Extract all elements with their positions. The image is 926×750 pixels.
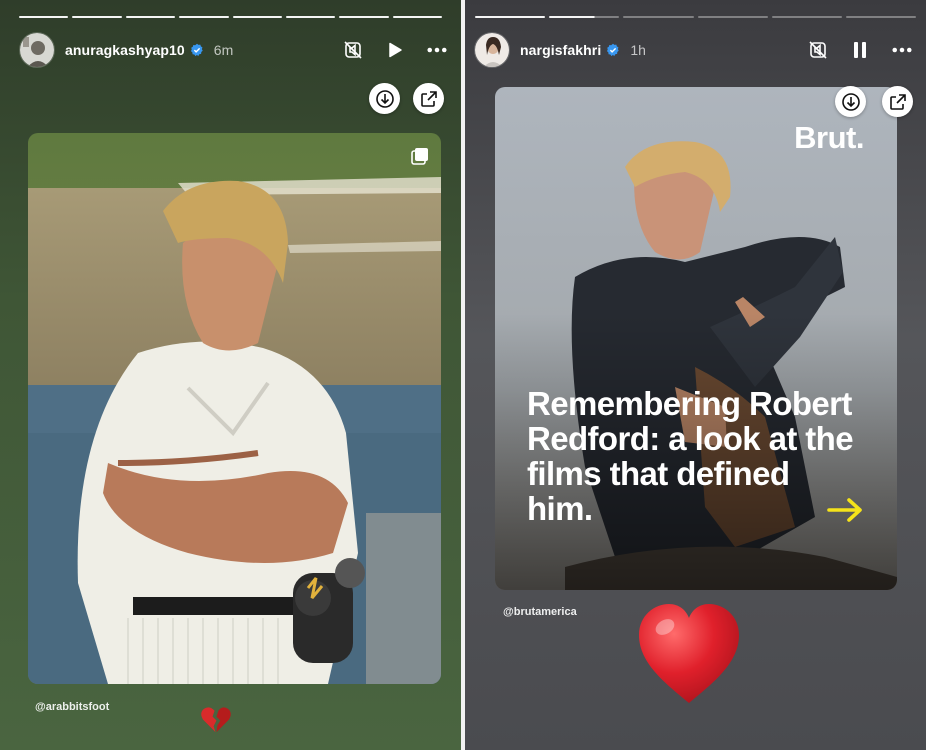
progress-segment	[845, 16, 917, 18]
share-external-icon	[420, 90, 437, 107]
progress-segment	[392, 16, 442, 18]
story-panel-right: nargisfakhri 1h Brut. Remembering Robert…	[465, 0, 926, 750]
story-progress-bar	[19, 16, 442, 19]
play-icon[interactable]	[385, 40, 405, 60]
story-timestamp: 1h	[630, 42, 646, 58]
story-shared-post[interactable]: Brut. Remembering Robert Redford: a look…	[495, 87, 897, 590]
download-icon	[375, 89, 394, 108]
progress-segment	[72, 16, 122, 18]
mention-sticker[interactable]: @brutamerica	[503, 606, 577, 618]
story-header: nargisfakhri 1h	[474, 31, 912, 69]
progress-segment	[285, 16, 336, 18]
progress-segment	[697, 16, 768, 18]
arrow-right-icon	[827, 498, 862, 522]
broken-heart-icon	[201, 707, 231, 733]
progress-segment	[339, 16, 389, 18]
red-heart-icon	[639, 604, 739, 703]
verified-badge-icon	[190, 43, 203, 57]
mention-sticker[interactable]: @arabbitsfoot	[35, 701, 109, 713]
share-button[interactable]	[413, 83, 444, 114]
share-button[interactable]	[882, 86, 913, 117]
progress-segment	[475, 16, 546, 18]
multiple-images-icon	[411, 148, 428, 165]
muted-speaker-icon[interactable]	[343, 40, 363, 60]
progress-segment	[125, 16, 176, 18]
progress-segment	[623, 16, 694, 18]
progress-segment	[179, 16, 229, 18]
story-panel-left: anuragkashyap10 6m @arabbitsfoot	[0, 0, 461, 750]
post-headline: Remembering Robert Redford: a look at th…	[527, 385, 854, 527]
download-icon	[841, 92, 860, 111]
avatar[interactable]	[474, 32, 510, 68]
story-progress-bar	[475, 16, 917, 19]
share-external-icon	[889, 93, 906, 110]
story-timestamp: 6m	[213, 42, 234, 58]
progress-segment	[549, 16, 620, 18]
more-options-icon[interactable]	[427, 40, 447, 60]
download-button[interactable]	[835, 86, 866, 117]
red-heart-sticker[interactable]	[635, 601, 743, 712]
story-shared-photo[interactable]	[28, 133, 441, 684]
broken-heart-sticker[interactable]	[200, 705, 231, 739]
story-header: anuragkashyap10 6m	[19, 31, 447, 69]
more-options-icon[interactable]	[892, 40, 912, 60]
verified-badge-icon	[607, 43, 620, 57]
brand-logo: Brut.	[794, 120, 864, 155]
progress-segment	[19, 16, 69, 18]
muted-speaker-icon[interactable]	[808, 40, 828, 60]
progress-segment	[771, 16, 842, 18]
avatar[interactable]	[19, 32, 55, 68]
pause-icon[interactable]	[850, 40, 870, 60]
story-username[interactable]: anuragkashyap10	[65, 42, 185, 58]
progress-segment	[232, 16, 282, 18]
story-username[interactable]: nargisfakhri	[520, 42, 601, 58]
download-button[interactable]	[369, 83, 400, 114]
